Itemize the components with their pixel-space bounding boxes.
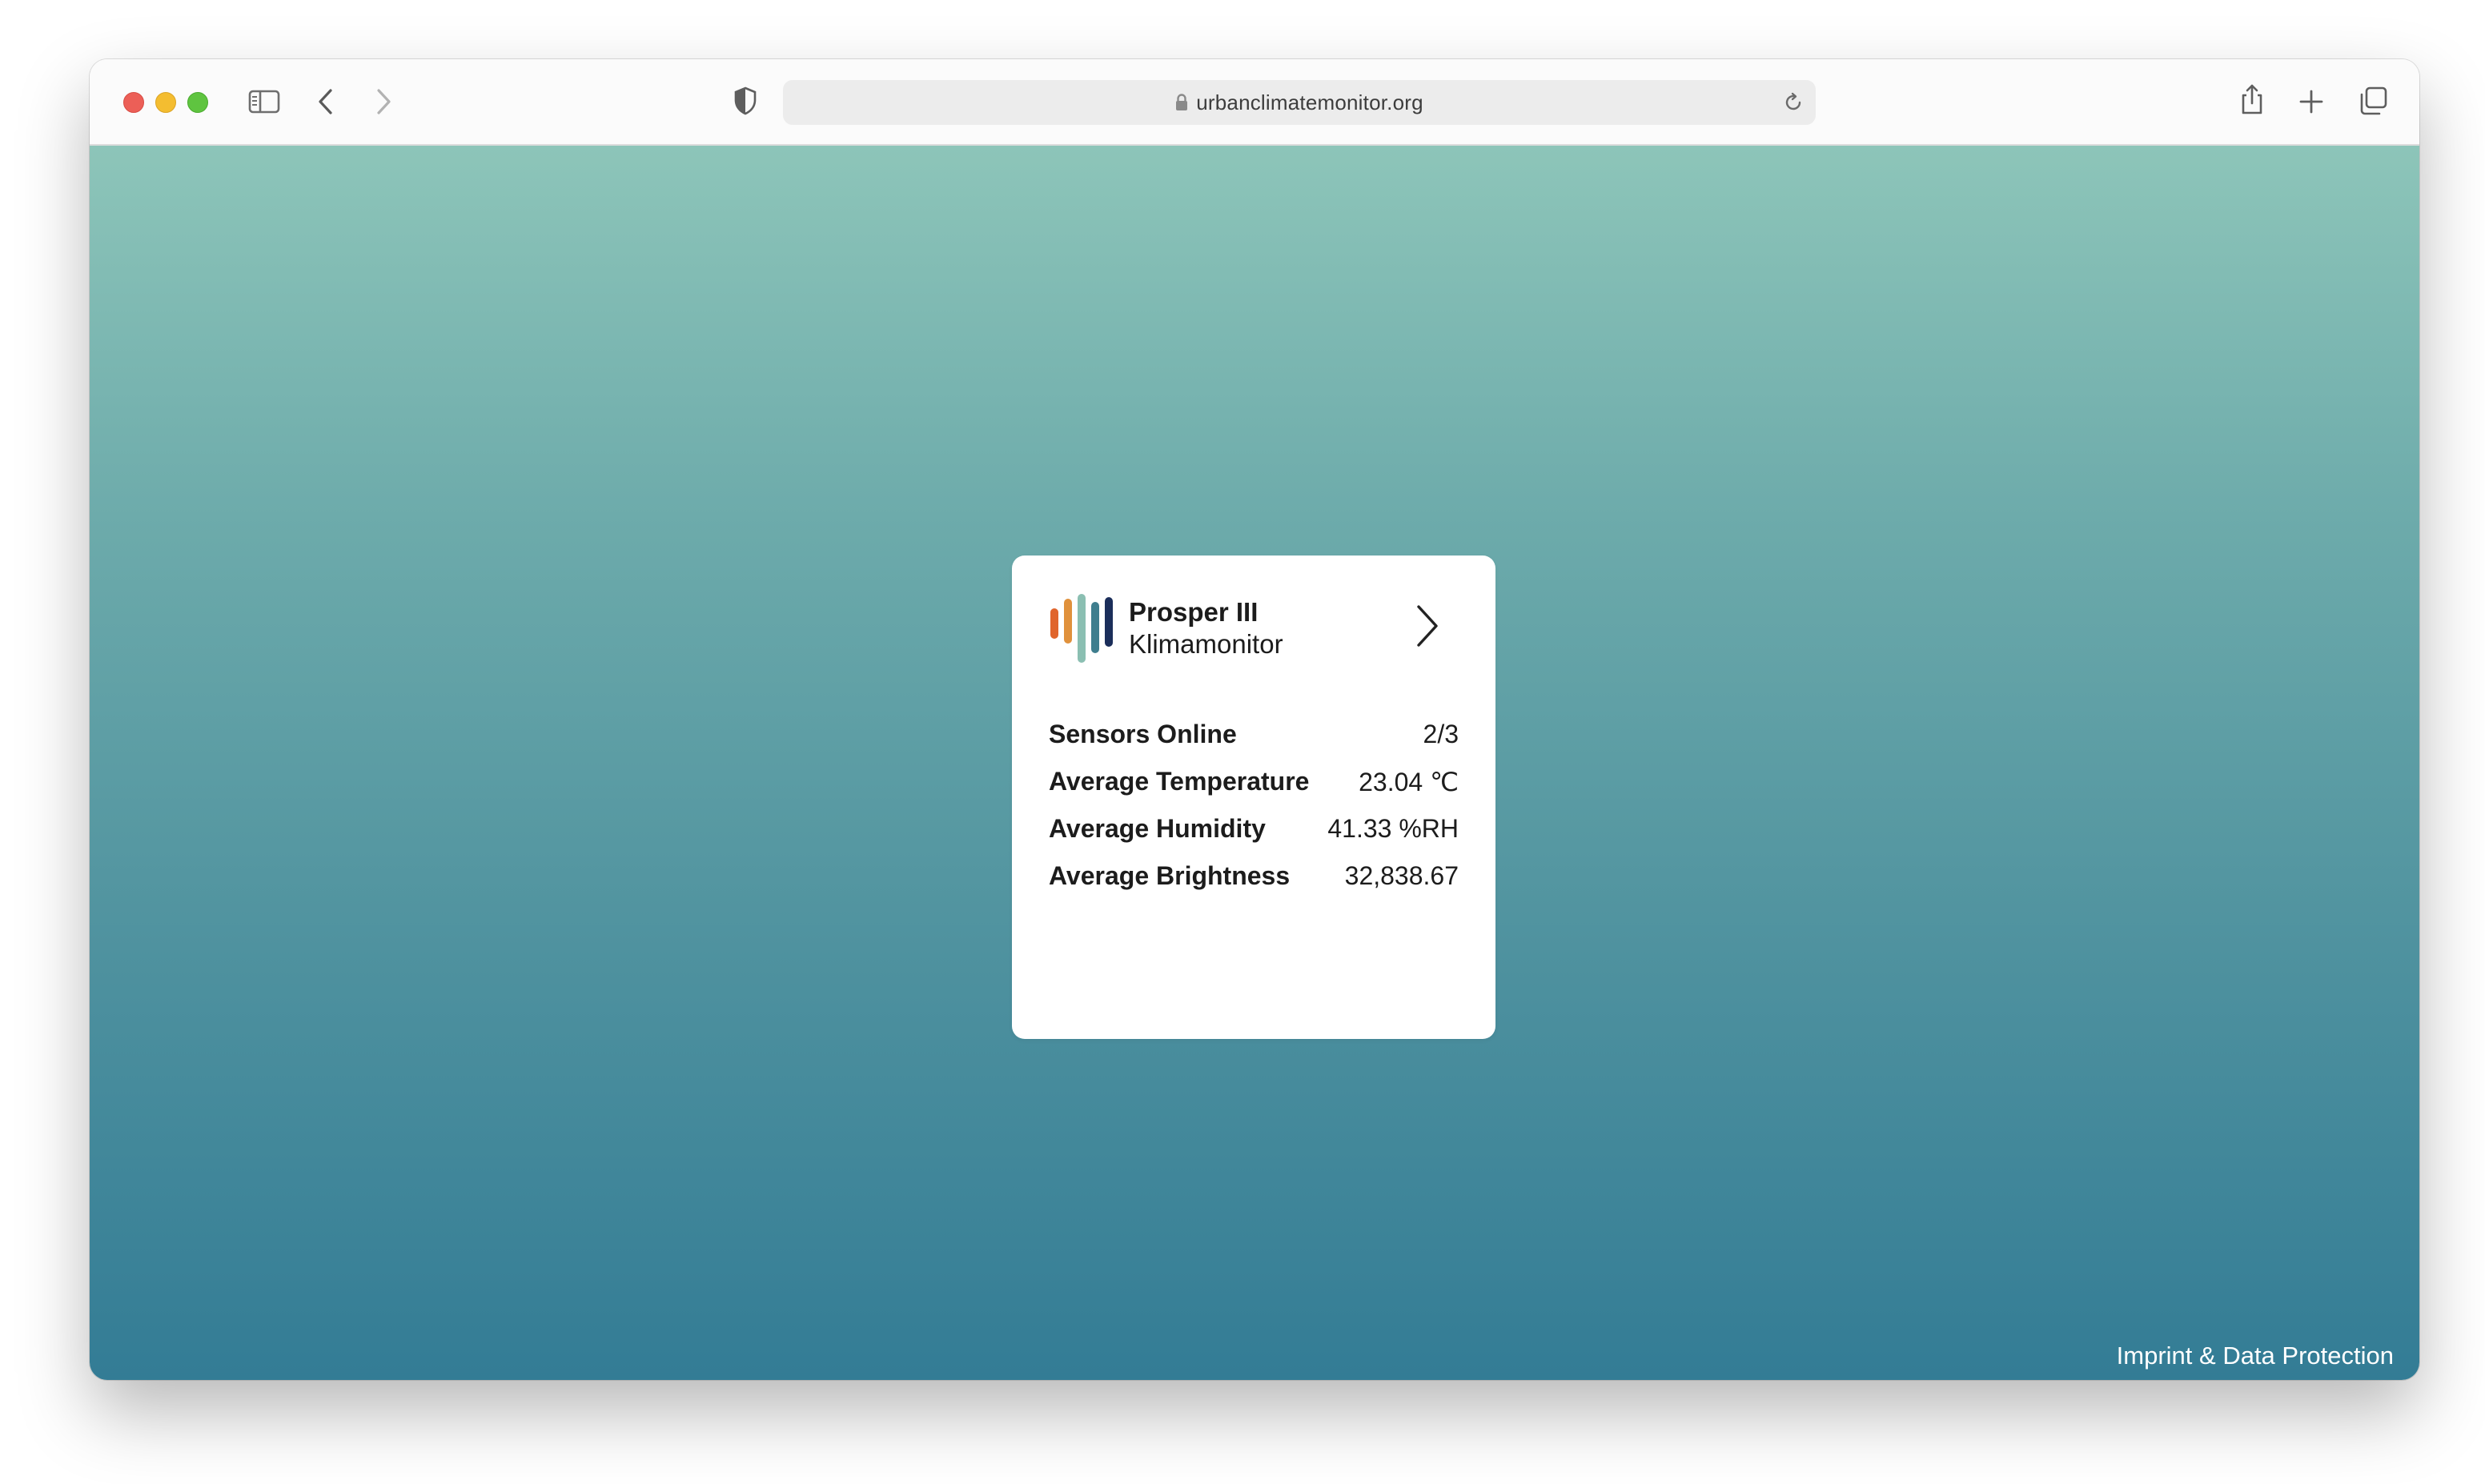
browser-window: urbanclimatemonitor.org Prosper III Klim… <box>90 59 2419 1380</box>
stat-value: 41.33 %RH <box>1327 814 1459 843</box>
stat-row-brightness: Average Brightness 32,838.67 <box>1049 852 1459 900</box>
stat-value: 2/3 <box>1423 720 1459 748</box>
site-title: Prosper III <box>1129 597 1259 627</box>
logo-icon <box>1050 594 1113 663</box>
browser-toolbar: urbanclimatemonitor.org <box>90 59 2419 146</box>
chevron-right-icon[interactable] <box>1415 604 1439 648</box>
url-text: urbanclimatemonitor.org <box>1196 90 1423 114</box>
back-icon[interactable] <box>317 88 335 115</box>
close-window-button[interactable] <box>123 92 144 113</box>
share-icon[interactable] <box>2238 83 2266 115</box>
forward-icon[interactable] <box>375 88 392 115</box>
stat-row-temperature: Average Temperature 23.04 ℃ <box>1049 758 1459 805</box>
minimize-window-button[interactable] <box>155 92 176 113</box>
stat-value: 32,838.67 <box>1344 861 1459 890</box>
tab-overview-icon[interactable] <box>2359 86 2387 115</box>
stats-list: Sensors Online 2/3 Average Temperature 2… <box>1049 711 1459 900</box>
stat-label: Average Humidity <box>1049 814 1266 843</box>
reload-icon[interactable] <box>1782 91 1805 114</box>
imprint-link[interactable]: Imprint & Data Protection <box>2117 1342 2394 1370</box>
stat-value: 23.04 ℃ <box>1359 767 1459 796</box>
new-tab-icon[interactable] <box>2299 90 2323 114</box>
site-subtitle: Klimamonitor <box>1129 629 1283 659</box>
maximize-window-button[interactable] <box>187 92 208 113</box>
address-bar[interactable]: urbanclimatemonitor.org <box>783 80 1816 125</box>
page-content: Prosper III Klimamonitor Sensors Online … <box>90 146 2419 1380</box>
stat-row-humidity: Average Humidity 41.33 %RH <box>1049 805 1459 852</box>
sidebar-toggle-icon[interactable] <box>248 90 280 114</box>
privacy-shield-icon[interactable] <box>733 86 757 115</box>
stat-row-sensors: Sensors Online 2/3 <box>1049 711 1459 758</box>
stat-label: Sensors Online <box>1049 720 1237 748</box>
lock-icon <box>1176 94 1188 110</box>
climate-monitor-card[interactable]: Prosper III Klimamonitor Sensors Online … <box>1012 555 1495 1039</box>
stat-label: Average Temperature <box>1049 767 1310 796</box>
stat-label: Average Brightness <box>1049 861 1291 890</box>
